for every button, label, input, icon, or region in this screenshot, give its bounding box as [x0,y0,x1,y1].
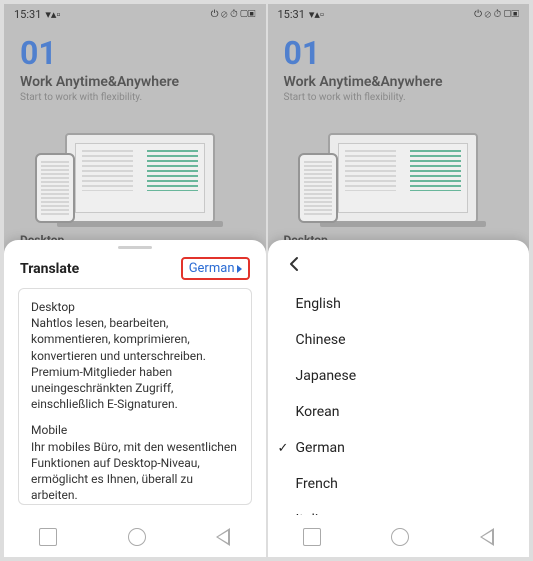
status-time: 15:31 [278,8,305,21]
sheet-header: Translate German [4,253,266,288]
back-chevron-button[interactable] [284,254,304,274]
status-icons: ⏻ ⊘ ⏱ ▢▣ [211,9,256,20]
illustration [298,113,498,223]
back-button[interactable] [216,528,230,546]
slide-subtitle: Start to work with flexibility. [284,92,514,103]
chevron-left-icon [288,256,300,272]
recents-button[interactable] [39,528,57,546]
recents-button[interactable] [303,528,321,546]
lang-item-korean[interactable]: Korean [268,394,530,430]
language-select-button[interactable]: German [181,257,250,280]
home-button[interactable] [391,528,409,546]
home-button[interactable] [128,528,146,546]
status-icons: ⏻ ⊘ ⏱ ▢▣ [474,9,519,20]
lang-item-french[interactable]: French [268,466,530,502]
translate-title: Translate [20,261,79,277]
translation-output[interactable]: Desktop Nahtlos lesen, bearbeiten, komme… [18,288,252,505]
illustration [35,113,235,223]
trans-text-0: Nahtlos lesen, bearbeiten, kommentieren,… [31,315,239,412]
selected-language-label: German [189,261,235,276]
signal-icon: ▾▴▫ [309,8,324,21]
sheet-header-back [268,250,530,282]
trans-head-1: Mobile [31,422,239,438]
trans-text-1: Ihr mobiles Büro, mit den wesentlichen F… [31,439,239,504]
phone-left: 15:31 ▾▴▫ ⏻ ⊘ ⏱ ▢▣ 01 Work Anytime&Anywhe… [4,4,266,557]
content-area-left: 01 Work Anytime&Anywhere Start to work w… [4,24,266,515]
lang-item-german[interactable]: ✓German [268,430,530,466]
slide-number: 01 [284,34,514,72]
phone-right: 15:31 ▾▴▫ ⏻ ⊘ ⏱ ▢▣ 01 Work Anytime&Anywhe… [268,4,530,557]
status-bar: 15:31 ▾▴▫ ⏻ ⊘ ⏱ ▢▣ [268,4,530,24]
slide-subtitle: Start to work with flexibility. [20,92,250,103]
android-nav-bar [4,515,266,557]
language-list: English Chinese Japanese Korean ✓German … [268,282,530,515]
android-nav-bar [268,515,530,557]
check-icon: ✓ [278,441,296,456]
slide-number: 01 [20,34,250,72]
slide-title: Work Anytime&Anywhere [20,74,250,90]
chevron-right-icon [237,265,242,273]
lang-item-chinese[interactable]: Chinese [268,322,530,358]
status-bar: 15:31 ▾▴▫ ⏻ ⊘ ⏱ ▢▣ [4,4,266,24]
slide-title: Work Anytime&Anywhere [284,74,514,90]
content-area-right: 01 Work Anytime&Anywhere Start to work w… [268,24,530,515]
status-time: 15:31 [14,8,41,21]
screenshot-pair: 15:31 ▾▴▫ ⏻ ⊘ ⏱ ▢▣ 01 Work Anytime&Anywhe… [0,0,533,561]
lang-item-japanese[interactable]: Japanese [268,358,530,394]
trans-head-0: Desktop [31,299,239,315]
lang-item-english[interactable]: English [268,286,530,322]
signal-icon: ▾▴▫ [45,8,60,21]
translate-sheet: Translate German Desktop Nahtlos lesen, … [4,240,266,515]
sheet-handle[interactable] [118,246,152,249]
language-sheet: English Chinese Japanese Korean ✓German … [268,240,530,515]
back-button[interactable] [480,528,494,546]
lang-item-italian[interactable]: Italian [268,502,530,515]
